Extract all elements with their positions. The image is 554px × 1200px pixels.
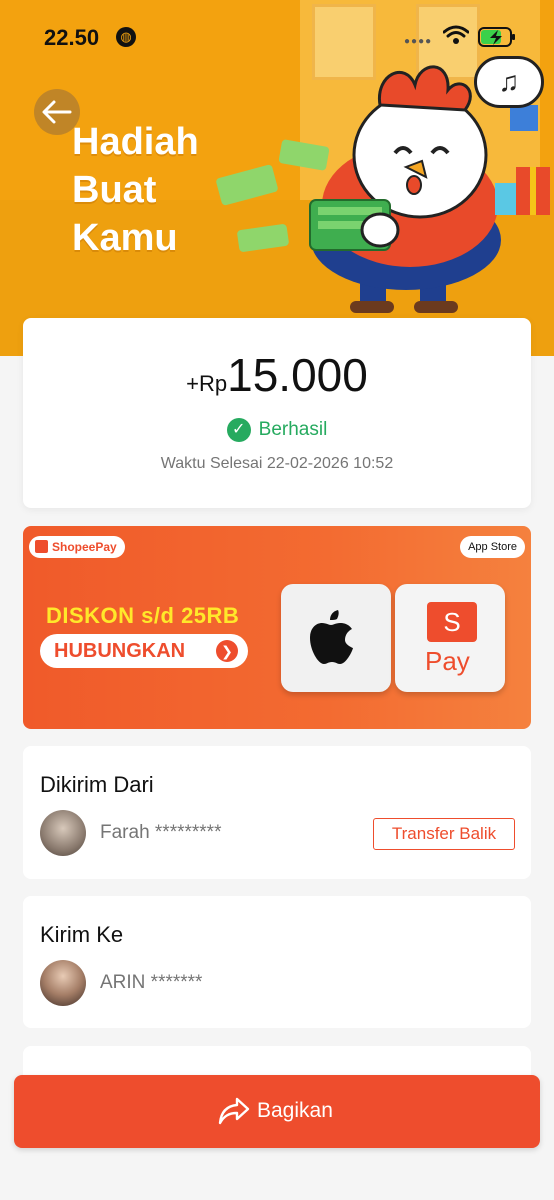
receiver-avatar	[40, 960, 86, 1006]
status-bar: 22.50 ◍ ●●●●	[0, 0, 554, 70]
globe-icon: ◍	[116, 27, 136, 47]
status-text: Berhasil	[258, 419, 328, 440]
share-button[interactable]: Bagikan	[14, 1075, 540, 1148]
receiver-name: ARIN *******	[100, 972, 203, 993]
receiver-card: Kirim Ke ARIN *******	[23, 896, 531, 1028]
battery-charging-icon	[478, 27, 515, 47]
share-button-label: Bagikan	[257, 1099, 333, 1122]
connect-button-label: HUBUNGKAN	[54, 640, 186, 662]
promo-banner[interactable]: ShopeePay App Store DISKON s/d 25RB HUBU…	[23, 526, 531, 729]
sender-avatar	[40, 810, 86, 856]
status-time: 22.50	[44, 25, 100, 50]
amount-display: +Rp15.000	[23, 348, 531, 402]
spay-text: Pay	[425, 646, 470, 676]
check-circle-icon: ✓	[226, 418, 251, 442]
wifi-icon	[443, 25, 469, 44]
amount-value: 15.000	[227, 349, 368, 401]
promo-discount-text: DISKON s/d 25RB	[46, 603, 240, 628]
shopeepay-logo-icon: S	[427, 602, 477, 642]
signal-dots-icon: ●●●●	[404, 36, 433, 47]
hero-title-line: Kamu	[72, 217, 178, 259]
appstore-badge-label: App Store	[468, 541, 517, 553]
shopeepay-logo-icon	[35, 540, 48, 553]
hero-title-line: Buat	[72, 169, 157, 211]
amount-prefix: +Rp	[186, 371, 228, 396]
sender-name: Farah *********	[100, 822, 222, 843]
chevron-right-icon: ❯	[216, 640, 238, 662]
appstore-badge: App Store	[460, 536, 525, 558]
share-arrow-icon	[218, 1097, 250, 1125]
sender-card: Dikirim Dari Farah ********* Transfer Ba…	[23, 746, 531, 879]
sender-section-title: Dikirim Dari	[40, 772, 154, 797]
shopeepay-badge: ShopeePay	[29, 536, 125, 558]
completed-time: Waktu Selesai 22-02-2026 10:52	[160, 455, 394, 472]
connect-button[interactable]: HUBUNGKAN ❯	[40, 634, 248, 668]
apple-logo-icon	[310, 610, 353, 664]
status-row: ✓ Berhasil	[23, 418, 531, 442]
receiver-section-title: Kirim Ke	[40, 922, 124, 947]
hero-title: Hadiah Buat Kamu	[72, 118, 199, 262]
hero-title-line: Hadiah	[72, 121, 199, 163]
transaction-summary-card: +Rp15.000 ✓ Berhasil Waktu Selesai 22-02-…	[23, 318, 531, 508]
transfer-back-button[interactable]: Transfer Balik	[373, 818, 515, 850]
shopeepay-badge-label: ShopeePay	[52, 540, 117, 554]
